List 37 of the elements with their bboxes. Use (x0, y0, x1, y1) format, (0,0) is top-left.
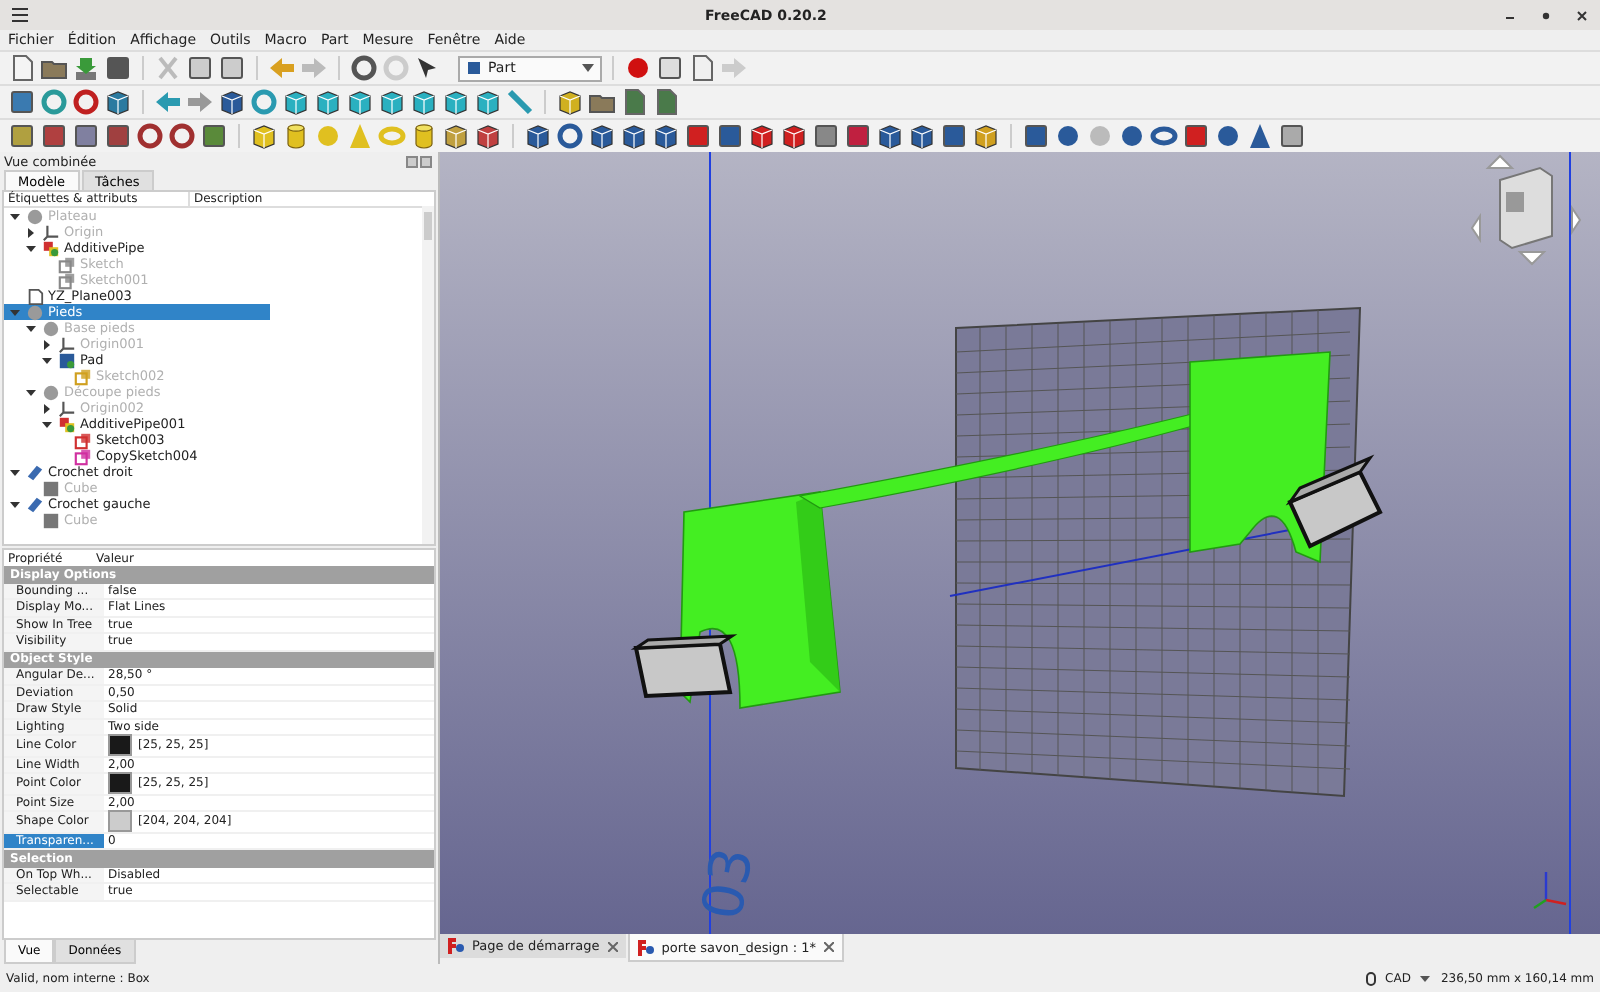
maximize-icon[interactable] (1540, 9, 1552, 21)
navigation-cube[interactable] (1470, 154, 1582, 266)
expanded-arrow-icon[interactable] (10, 211, 20, 221)
caret-icon (582, 64, 594, 72)
menu-icon[interactable] (12, 8, 28, 22)
box-icon[interactable] (250, 122, 278, 150)
color-swatch[interactable] (108, 810, 132, 833)
expanded-arrow-icon[interactable] (42, 355, 52, 365)
record-icon[interactable] (624, 54, 652, 82)
mouse-icon (1365, 971, 1376, 985)
scrollbar-thumb[interactable] (424, 212, 432, 240)
axes-icon (58, 399, 76, 417)
caret-icon[interactable] (1420, 975, 1431, 981)
collapsed-arrow-icon[interactable] (26, 227, 36, 237)
expanded-arrow-icon[interactable] (26, 387, 36, 397)
expanded-arrow-icon[interactable] (10, 499, 20, 509)
expanded-arrow-icon[interactable] (10, 467, 20, 477)
color-swatch[interactable] (108, 734, 132, 757)
axis-icon (1533, 872, 1567, 909)
sketch-text: 03 (688, 842, 767, 925)
app-logo-icon (448, 938, 464, 954)
collapsed-arrow-icon[interactable] (42, 339, 52, 349)
save-icon[interactable] (72, 54, 100, 82)
expanded-arrow-icon[interactable] (26, 323, 36, 333)
axes-icon (58, 335, 76, 353)
axes-icon (42, 223, 60, 241)
expanded-arrow-icon[interactable] (26, 243, 36, 253)
app-logo-icon (637, 939, 654, 955)
collapsed-arrow-icon[interactable] (42, 403, 52, 413)
color-swatch[interactable] (108, 772, 132, 795)
expanded-arrow-icon[interactable] (42, 419, 52, 429)
cylinder-icon[interactable] (282, 122, 310, 150)
arrow-left-icon[interactable] (154, 88, 182, 116)
sketch-icon (74, 367, 92, 385)
close-icon[interactable] (824, 942, 835, 952)
close-icon[interactable] (607, 941, 618, 951)
close-icon[interactable] (1576, 9, 1588, 21)
